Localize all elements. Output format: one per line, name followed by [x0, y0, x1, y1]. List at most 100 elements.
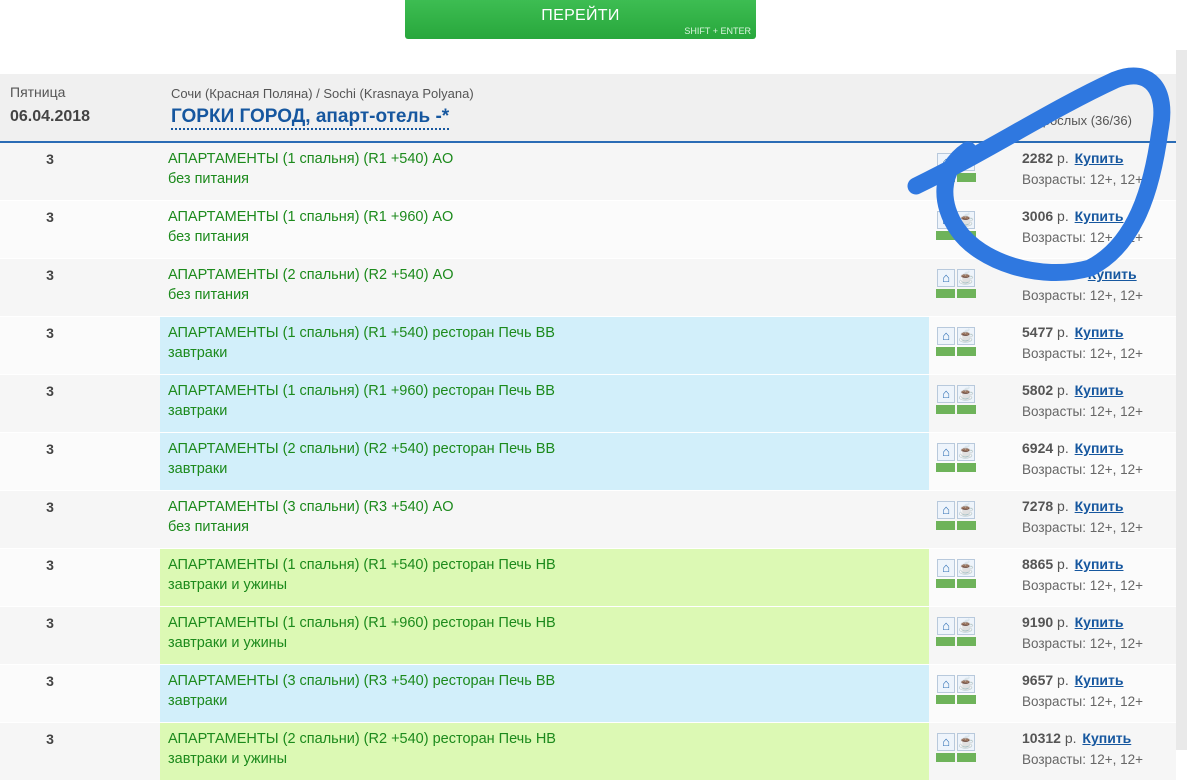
buy-link[interactable]: Купить: [1075, 672, 1124, 688]
restaurant-cup-icon[interactable]: ☕: [957, 269, 975, 287]
buy-link[interactable]: Купить: [1075, 150, 1124, 166]
table-row: 3 АПАРТАМЕНТЫ (2 спальни) (R2 +540) рест…: [0, 433, 1176, 491]
meal-plan: без питания: [168, 229, 250, 245]
buy-link[interactable]: Купить: [1075, 440, 1124, 456]
house-icon[interactable]: ⌂: [937, 385, 955, 403]
room-name: АПАРТАМЕНТЫ (3 спальни) (R3 +540) рестор…: [168, 673, 556, 689]
price-value: 9190: [1022, 614, 1054, 630]
room-icons: ⌂ ☕: [936, 733, 978, 763]
restaurant-cup-icon[interactable]: ☕: [957, 443, 975, 461]
meal-plan: завтраки и ужины: [168, 751, 288, 767]
room-description: АПАРТАМЕНТЫ (2 спальни) (R2 +540) рестор…: [160, 723, 929, 780]
ages-info: Возрасты: 12+, 12+: [1022, 636, 1144, 651]
buy-link[interactable]: Купить: [1075, 208, 1124, 224]
buy-link[interactable]: Купить: [1082, 730, 1131, 746]
room-description: АПАРТАМЕНТЫ (2 спальни) (R2 +540) AO без…: [160, 259, 929, 316]
quantity: 3: [46, 499, 54, 515]
restaurant-cup-icon[interactable]: ☕: [957, 501, 975, 519]
price: 2282 р. Купить: [1022, 150, 1123, 166]
price: 9657 р. Купить: [1022, 672, 1123, 688]
room-description: АПАРТАМЕНТЫ (1 спальня) (R1 +960) рестор…: [160, 375, 929, 432]
table-row: 3 АПАРТАМЕНТЫ (1 спальня) (R1 +960) рест…: [0, 375, 1176, 433]
availability-bar: [957, 289, 976, 298]
restaurant-cup-icon[interactable]: ☕: [957, 559, 975, 577]
table-row: 3 АПАРТАМЕНТЫ (1 спальня) (R1 +540) AO б…: [0, 143, 1176, 201]
buy-link[interactable]: Купить: [1075, 324, 1124, 340]
quantity: 3: [46, 673, 54, 689]
restaurant-cup-icon[interactable]: ☕: [957, 211, 975, 229]
availability-bar: [936, 231, 955, 240]
price-currency: р.: [1057, 672, 1069, 688]
ages-info: Возрасты: 12+, 12+: [1022, 172, 1144, 187]
room-name: АПАРТАМЕНТЫ (1 спальня) (R1 +540) рестор…: [168, 557, 556, 573]
room-name: АПАРТАМЕНТЫ (2 спальни) (R2 +540) рестор…: [168, 441, 556, 457]
availability-bar: [957, 521, 976, 530]
table-row: 3 АПАРТАМЕНТЫ (3 спальни) (R3 +540) AO б…: [0, 491, 1176, 549]
house-icon[interactable]: ⌂: [937, 443, 955, 461]
price-currency: р.: [1057, 556, 1069, 572]
house-icon[interactable]: ⌂: [937, 675, 955, 693]
room-name: АПАРТАМЕНТЫ (1 спальня) (R1 +960) рестор…: [168, 383, 555, 399]
page-edge: [1176, 50, 1187, 750]
restaurant-cup-icon[interactable]: ☕: [957, 733, 975, 751]
table-row: 3 АПАРТАМЕНТЫ (3 спальни) (R3 +540) рест…: [0, 665, 1176, 723]
buy-link[interactable]: Купить: [1088, 266, 1137, 282]
restaurant-cup-icon[interactable]: ☕: [957, 153, 975, 171]
meal-plan: завтраки и ужины: [168, 577, 288, 593]
ages-info: Возрасты: 12+, 12+: [1022, 462, 1144, 477]
house-icon[interactable]: ⌂: [937, 211, 955, 229]
check-in-date: 06.04.2018: [10, 108, 91, 125]
house-icon[interactable]: ⌂: [937, 501, 955, 519]
restaurant-cup-icon[interactable]: ☕: [957, 327, 975, 345]
house-icon[interactable]: ⌂: [937, 617, 955, 635]
room-icons: ⌂ ☕: [936, 559, 978, 589]
room-icons: ⌂ ☕: [936, 269, 978, 299]
availability-bar: [936, 463, 955, 472]
price: 5802 р. Купить: [1022, 382, 1123, 398]
location: Сочи (Красная Поляна) / Sochi (Krasnaya …: [171, 86, 474, 101]
price-currency: р.: [1057, 614, 1069, 630]
room-name: АПАРТАМЕНТЫ (2 спальни) (R2 +540) AO: [168, 267, 454, 283]
house-icon[interactable]: ⌂: [937, 269, 955, 287]
availability-bar: [957, 347, 976, 356]
room-description: АПАРТАМЕНТЫ (3 спальни) (R3 +540) AO без…: [160, 491, 929, 548]
restaurant-cup-icon[interactable]: ☕: [957, 617, 975, 635]
quantity: 3: [46, 267, 54, 283]
go-button-shortcut-hint: SHIFT + ENTER: [684, 26, 751, 36]
quantity: 3: [46, 383, 54, 399]
room-description: АПАРТАМЕНТЫ (1 спальня) (R1 +960) AO без…: [160, 201, 929, 258]
buy-link[interactable]: Купить: [1075, 498, 1124, 514]
restaurant-cup-icon[interactable]: ☕: [957, 675, 975, 693]
price: 5477 р. Купить: [1022, 324, 1123, 340]
meal-plan: без питания: [168, 171, 250, 187]
house-icon[interactable]: ⌂: [937, 327, 955, 345]
meal-plan: завтраки: [168, 345, 228, 361]
room-description: АПАРТАМЕНТЫ (1 спальня) (R1 +540) рестор…: [160, 317, 929, 374]
go-button[interactable]: ПЕРЕЙТИ SHIFT + ENTER: [405, 0, 756, 39]
house-icon[interactable]: ⌂: [937, 733, 955, 751]
price-currency: р.: [1057, 208, 1069, 224]
house-icon[interactable]: ⌂: [937, 153, 955, 171]
table-row: 3 АПАРТАМЕНТЫ (2 спальни) (R2 +540) AO б…: [0, 259, 1176, 317]
meal-plan: без питания: [168, 287, 250, 303]
quantity: 3: [46, 151, 54, 167]
table-row: 3 АПАРТАМЕНТЫ (1 спальня) (R1 +960) AO б…: [0, 201, 1176, 259]
availability-bar: [936, 405, 955, 414]
hotel-name-link[interactable]: ГОРКИ ГОРОД, апарт-отель -*: [171, 106, 450, 130]
quantity: 3: [46, 615, 54, 631]
buy-link[interactable]: Купить: [1075, 556, 1124, 572]
restaurant-cup-icon[interactable]: ☕: [957, 385, 975, 403]
availability-bar: [957, 173, 976, 182]
table-row: 3 АПАРТАМЕНТЫ (1 спальня) (R1 +540) рест…: [0, 317, 1176, 375]
price: 6924 р. Купить: [1022, 440, 1123, 456]
buy-link[interactable]: Купить: [1075, 614, 1124, 630]
room-icons: ⌂ ☕: [936, 327, 978, 357]
offers-list: 3 АПАРТАМЕНТЫ (1 спальня) (R1 +540) AO б…: [0, 143, 1176, 781]
house-icon[interactable]: ⌂: [937, 559, 955, 577]
availability-bar: [936, 521, 955, 530]
buy-link[interactable]: Купить: [1075, 382, 1124, 398]
ages-info: Возрасты: 12+, 12+: [1022, 288, 1144, 303]
price: 7278 р. Купить: [1022, 498, 1123, 514]
availability-bar: [957, 463, 976, 472]
quantity: 3: [46, 209, 54, 225]
